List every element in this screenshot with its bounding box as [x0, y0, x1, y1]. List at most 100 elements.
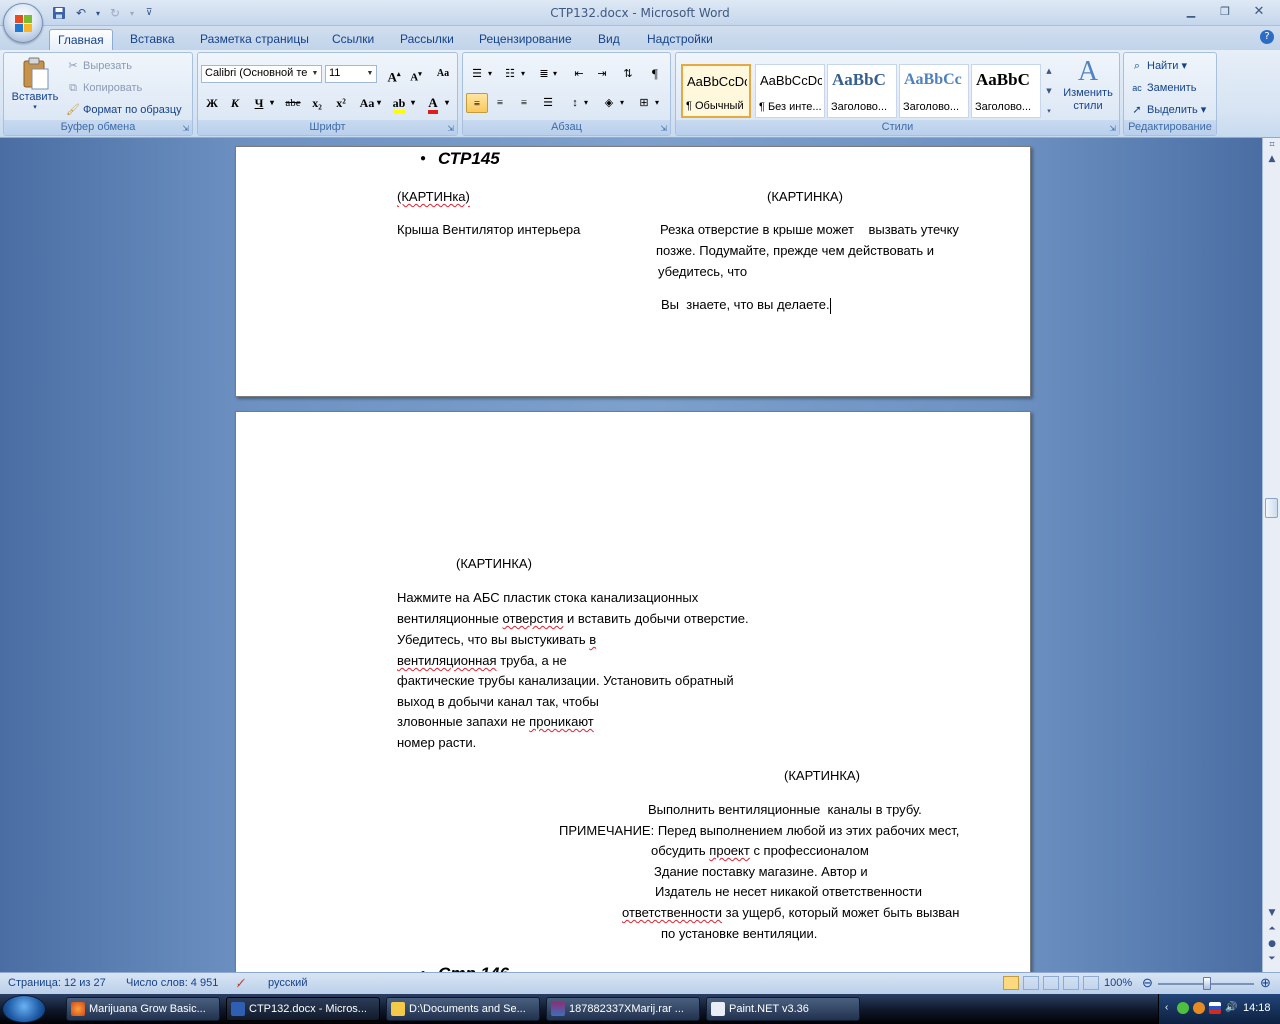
copy-button[interactable]: ⧉ Копировать — [66, 81, 142, 95]
outline-icon[interactable] — [1063, 976, 1079, 990]
vertical-scrollbar[interactable]: ⌗ ▲ ▼ ⏶ ● ⏷ — [1262, 138, 1280, 972]
close-button[interactable]: ✕ — [1242, 2, 1276, 20]
tab-insert[interactable]: Вставка — [122, 29, 183, 50]
style-no-spacing[interactable]: AaBbCcDc ¶ Без инте... — [755, 64, 825, 118]
format-painter-button[interactable]: 🖌 Формат по образцу — [66, 103, 182, 117]
italic-button[interactable]: К — [224, 93, 246, 113]
borders-button[interactable]: ⊞ — [633, 93, 655, 113]
borders-dropdown-icon[interactable]: ▾ — [653, 93, 661, 113]
grow-font-button[interactable]: A▴ — [383, 64, 405, 84]
minimize-button[interactable]: ▁ — [1174, 2, 1208, 20]
tab-addins[interactable]: Надстройки — [639, 29, 721, 50]
font-name-combo[interactable]: Calibri (Основной те ▼ — [201, 65, 322, 83]
scroll-down-icon[interactable]: ▼ — [1264, 908, 1280, 918]
paragraph-launcher-icon[interactable]: ⇲ — [660, 124, 667, 133]
start-button[interactable] — [2, 995, 46, 1023]
language-indicator[interactable]: русский — [268, 977, 307, 989]
save-icon[interactable] — [50, 5, 68, 21]
office-button[interactable] — [3, 3, 43, 43]
decrease-indent-button[interactable]: ⇤ — [568, 64, 590, 84]
undo-dropdown-icon[interactable]: ▾ — [94, 5, 102, 21]
page-13[interactable]: (КАРТИНКА) Нажмите на АБС пластик стока … — [235, 411, 1031, 986]
task-word[interactable]: CTP132.docx - Micros... — [226, 997, 380, 1021]
full-screen-reading-icon[interactable] — [1023, 976, 1039, 990]
clear-formatting-button[interactable]: Aa — [432, 64, 454, 84]
antivirus-icon[interactable] — [1193, 1002, 1205, 1014]
show-marks-button[interactable]: ¶ — [644, 64, 666, 84]
task-explorer[interactable]: D:\Documents and Se... — [386, 997, 540, 1021]
browse-object-icon[interactable]: ● — [1264, 939, 1280, 949]
ruler-toggle-icon[interactable]: ⌗ — [1264, 140, 1280, 150]
more-styles-icon[interactable]: ▾ — [1042, 101, 1056, 121]
proofing-icon[interactable]: ✓̸ — [236, 977, 245, 990]
tab-page-layout[interactable]: Разметка страницы — [192, 29, 317, 50]
sort-button[interactable]: ⇅ — [617, 64, 639, 84]
style-heading-2[interactable]: AaBbCc Заголово... — [899, 64, 969, 118]
shrink-font-button[interactable]: A▾ — [405, 64, 427, 84]
subscript-button[interactable]: x₂ — [306, 93, 328, 113]
styles-launcher-icon[interactable]: ⇲ — [1109, 124, 1116, 133]
page-12[interactable]: ● СТР145 (КАРТИНка) (КАРТИНКА) Крыша Вент… — [235, 146, 1031, 397]
next-page-icon[interactable]: ⏷ — [1264, 954, 1280, 964]
numbering-button[interactable]: ☷ — [499, 64, 521, 84]
justify-button[interactable]: ☰ — [537, 93, 559, 113]
shading-button[interactable]: ◈ — [598, 93, 620, 113]
draft-icon[interactable] — [1083, 976, 1099, 990]
scroll-up-icon[interactable]: ▲ — [1042, 61, 1056, 81]
align-center-button[interactable]: ≡ — [489, 93, 511, 113]
underline-dropdown-icon[interactable]: ▾ — [267, 93, 277, 113]
superscript-button[interactable]: x² — [330, 93, 352, 113]
scroll-up-icon[interactable]: ▲ — [1264, 154, 1280, 164]
tab-view[interactable]: Вид — [590, 29, 628, 50]
web-layout-icon[interactable] — [1043, 976, 1059, 990]
font-color-button[interactable]: A — [422, 93, 444, 114]
redo-icon[interactable]: ↻ — [106, 5, 124, 21]
redo-dropdown-icon[interactable]: ▾ — [128, 5, 136, 21]
replace-button[interactable]: ac Заменить — [1130, 81, 1196, 95]
help-icon[interactable]: ? — [1260, 30, 1274, 44]
font-color-dropdown-icon[interactable]: ▾ — [442, 93, 452, 113]
highlight-button[interactable]: ab — [388, 93, 410, 114]
tray-expand-icon[interactable]: ‹ — [1165, 1002, 1168, 1013]
customize-qat-icon[interactable]: ⊽ — [140, 5, 158, 21]
volume-icon[interactable]: 🔊 — [1225, 1002, 1237, 1013]
scroll-down-icon[interactable]: ▼ — [1042, 81, 1056, 101]
task-paintnet[interactable]: Paint.NET v3.36 — [706, 997, 860, 1021]
zoom-in-icon[interactable]: ⊕ — [1260, 975, 1271, 991]
scroll-thumb[interactable] — [1265, 498, 1278, 518]
bold-button[interactable]: Ж — [201, 93, 223, 113]
tab-mailings[interactable]: Рассылки — [392, 29, 462, 50]
cut-button[interactable]: ✂ Вырезать — [66, 59, 132, 73]
multilevel-dropdown-icon[interactable]: ▾ — [551, 64, 559, 84]
previous-page-icon[interactable]: ⏶ — [1264, 924, 1280, 934]
style-title[interactable]: AaBbC Заголово... — [971, 64, 1041, 118]
maximize-button[interactable]: ❐ — [1208, 2, 1242, 20]
numbering-dropdown-icon[interactable]: ▾ — [519, 64, 527, 84]
clipboard-launcher-icon[interactable]: ⇲ — [182, 124, 189, 133]
task-winrar[interactable]: 187882337XMarij.rar ... — [546, 997, 700, 1021]
print-layout-icon[interactable] — [1003, 976, 1019, 990]
align-right-button[interactable]: ≡ — [513, 93, 535, 113]
zoom-out-icon[interactable]: ⊖ — [1142, 975, 1153, 991]
tab-review[interactable]: Рецензирование — [471, 29, 580, 50]
select-button[interactable]: ➚ Выделить ▾ — [1130, 103, 1206, 117]
zoom-slider-thumb[interactable] — [1203, 977, 1211, 990]
increase-indent-button[interactable]: ⇥ — [591, 64, 613, 84]
bullets-dropdown-icon[interactable]: ▾ — [486, 64, 494, 84]
tab-references[interactable]: Ссылки — [324, 29, 382, 50]
strikethrough-button[interactable]: abe — [282, 93, 304, 113]
word-count[interactable]: Число слов: 4 951 — [126, 977, 218, 989]
shading-dropdown-icon[interactable]: ▾ — [618, 93, 626, 113]
change-case-dropdown-icon[interactable]: ▾ — [374, 93, 384, 113]
align-left-button[interactable]: ≡ — [466, 93, 488, 113]
font-size-combo[interactable]: 11 ▼ — [325, 65, 377, 83]
change-styles-button[interactable]: A Изменить стили — [1058, 57, 1118, 113]
font-launcher-icon[interactable]: ⇲ — [447, 124, 454, 133]
language-flag-icon[interactable] — [1209, 1002, 1221, 1014]
page-indicator[interactable]: Страница: 12 из 27 — [8, 977, 106, 989]
line-spacing-dropdown-icon[interactable]: ▾ — [582, 93, 590, 113]
network-icon[interactable] — [1177, 1002, 1189, 1014]
bullets-button[interactable]: ☰ — [466, 64, 488, 84]
paste-button[interactable]: Вставить ▾ — [8, 57, 62, 119]
undo-icon[interactable]: ↶ — [72, 5, 90, 21]
